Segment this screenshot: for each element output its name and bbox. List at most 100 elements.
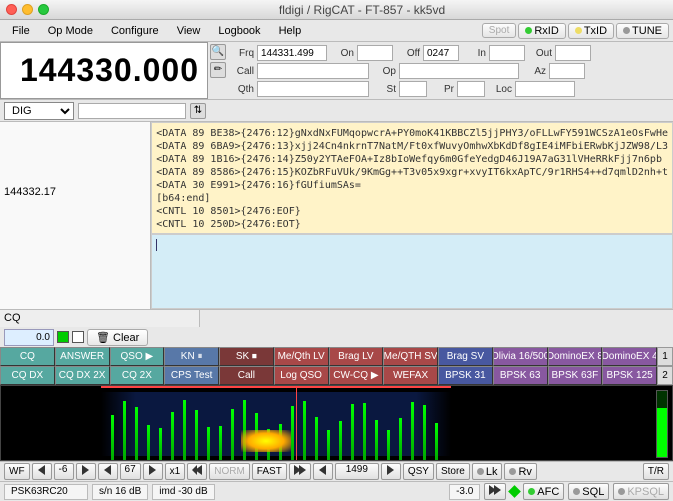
op-label: Op [372,66,396,77]
lk-button[interactable]: Lk [472,463,503,480]
st-input[interactable] [399,81,427,97]
offset-spinner[interactable] [4,329,54,346]
wf-val1[interactable]: -6 [54,463,74,480]
cq-label: CQ [0,310,200,327]
macro-button[interactable]: BPSK 63 [493,366,548,385]
az-input[interactable] [549,63,585,79]
loc-input[interactable] [515,81,575,97]
macro-button[interactable]: Brag LV [329,347,384,366]
tx-indicator-icon [57,331,69,343]
pr-label: Pr [430,84,454,95]
macro-button[interactable]: Brag SV [438,347,493,366]
tr-button[interactable]: T/R [643,463,669,480]
freqlist-item[interactable]: 144332.17 [4,186,146,198]
diamond-icon [508,485,521,498]
menu-configure[interactable]: Configure [103,23,167,39]
menu-opmode[interactable]: Op Mode [40,23,101,39]
tune-button[interactable]: TUNE [616,23,669,39]
kpsql-button[interactable]: KPSQL [613,483,669,500]
macro-button[interactable]: CQ DX 2X [55,366,110,385]
txid-button[interactable]: TxID [568,23,614,39]
macro-button[interactable]: Olivia 16/500 [493,347,548,366]
wf-next-icon[interactable] [76,463,96,480]
sql-button[interactable]: SQL [568,483,609,500]
afc-button[interactable]: AFC [523,483,564,500]
wf-val2[interactable]: 67 [120,463,141,480]
wf-cprev-icon[interactable] [313,463,333,480]
status-db: -3.0 [449,484,480,500]
macro-button[interactable]: WEFAX [383,366,438,385]
macro-button[interactable]: CQ DX [0,366,55,385]
fast-button[interactable]: FAST [252,463,287,480]
wf-prev2-icon[interactable] [98,463,118,480]
x1-button[interactable]: x1 [165,463,186,480]
out-input[interactable] [555,45,591,61]
call-input[interactable] [257,63,369,79]
macro-button[interactable]: BPSK 125 [602,366,657,385]
macro-button[interactable]: Log QSO [274,366,329,385]
wf-cnext-icon[interactable] [381,463,401,480]
wf-ffwd-icon[interactable] [289,463,311,480]
macro-button[interactable]: CW-CQ ▶ [329,366,384,385]
macro-button[interactable]: BPSK 31 [438,366,493,385]
menu-help[interactable]: Help [271,23,310,39]
rxid-button[interactable]: RxID [518,23,565,39]
macro-button[interactable]: Me/QTH SV [383,347,438,366]
receive-pane[interactable]: <DATA 89 BE38>{2476:12}gNxdNxFUMqopwcrA+… [151,122,673,234]
op-input[interactable] [399,63,519,79]
in-input[interactable] [489,45,525,61]
macro-page[interactable]: 2 [657,366,673,385]
macro-button[interactable]: CQ [0,347,55,366]
macro-button[interactable]: Me/Qth LV [274,347,329,366]
macro-button[interactable]: BPSK 63F [548,366,603,385]
macro-button[interactable]: QSO ▶ [110,347,165,366]
wf-rewind-icon[interactable] [187,463,207,480]
menu-view[interactable]: View [169,23,209,39]
out-label: Out [528,48,552,59]
frequency-list[interactable]: 144332.17 [0,122,151,309]
waterfall-display[interactable] [0,385,673,461]
macro-button[interactable]: KN ⏸ [164,347,219,366]
off-label: Off [396,48,420,59]
close-icon[interactable] [6,4,17,15]
clear-button[interactable]: 🗑 Clear [87,329,148,346]
macro-button[interactable]: ANSWER [55,347,110,366]
wf-button[interactable]: WF [4,463,30,480]
macro-button[interactable]: Call [219,366,274,385]
menu-logbook[interactable]: Logbook [210,23,268,39]
norm-button[interactable]: NORM [209,463,250,480]
transmit-pane[interactable] [151,234,673,309]
spot-button[interactable]: Spot [482,23,517,38]
macro-button[interactable]: DominoEX 4 [602,347,657,366]
zoom-icon[interactable] [38,4,49,15]
macro-button[interactable]: SK ⏹ [219,347,274,366]
wf-prev-icon[interactable] [32,463,52,480]
titlebar: fldigi / RigCAT - FT-857 - kk5vd [0,0,673,20]
menu-file[interactable]: File [4,23,38,39]
pr-input[interactable] [457,81,485,97]
qsy-button[interactable]: QSY [403,463,434,480]
search-icon[interactable]: 🔍 [210,44,226,60]
on-input[interactable] [357,45,393,61]
macro-button[interactable]: DominoEX 8 [548,347,603,366]
off-input[interactable] [423,45,459,61]
frequency-display[interactable]: 144330.000 [0,42,208,99]
macro-page[interactable]: 1 [657,347,673,366]
mode-extra-input[interactable] [78,103,186,119]
mode-select[interactable]: DIG [4,102,74,120]
brush-icon[interactable]: ✏ [210,62,226,78]
tune-led-icon [623,27,630,34]
macro-button[interactable]: CQ 2X [110,366,165,385]
qth-label: Qth [230,84,254,95]
status-ffwd-icon[interactable] [484,483,506,500]
frq-input[interactable] [257,45,327,61]
arrows-icon[interactable]: ⇅ [190,103,206,119]
wf-center[interactable]: 1499 [335,463,379,480]
az-label: Az [522,66,546,77]
macro-button[interactable]: CPS Test [164,366,219,385]
wf-next2-icon[interactable] [143,463,163,480]
qth-input[interactable] [257,81,369,97]
store-button[interactable]: Store [436,463,470,480]
minimize-icon[interactable] [22,4,33,15]
rv-button[interactable]: Rv [504,463,536,480]
